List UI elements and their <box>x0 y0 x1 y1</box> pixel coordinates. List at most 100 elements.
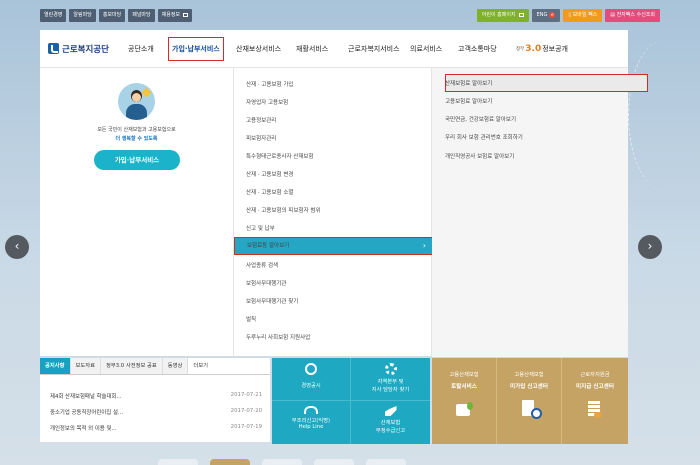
coins-hand-icon <box>584 398 606 420</box>
phone-icon <box>304 406 318 414</box>
submenu-item-active[interactable]: 보험료등 알아보기 › <box>234 237 433 255</box>
submenu-item[interactable]: 벌칙 <box>246 315 256 323</box>
submenu-item[interactable]: 산재 · 고용보험 가입 <box>246 80 293 88</box>
bottom-tab[interactable] <box>314 459 354 465</box>
submenu-item[interactable]: 사업종류 검색 <box>246 261 278 269</box>
mobile-fax-button[interactable]: ▯ 모바일 팩스 <box>563 9 603 22</box>
gear-icon <box>384 363 397 375</box>
subsubmenu-item[interactable]: 국민연금, 건강보험료 알아보기 <box>445 115 516 123</box>
tile-label: 산재보험 <box>380 420 401 426</box>
gov-label: 정보공개 <box>542 44 568 53</box>
unsubscribed-report-link[interactable]: 고용산재보험 미가입 신고센터 <box>497 358 562 444</box>
bottom-tab-active[interactable] <box>210 459 250 465</box>
subsubmenu-item[interactable]: 우리 회사 보험 관리번호 조회하기 <box>445 133 523 141</box>
list-item[interactable]: 제4회 산재보험패널 학술대회... 2017-07-21 <box>50 392 262 400</box>
submenu-item[interactable]: 고용정보관리 <box>246 116 276 124</box>
subsubmenu-item[interactable]: 고용보험료 알아보기 <box>445 97 492 105</box>
tile-label: Help Line <box>298 424 324 430</box>
chevron-right-icon: › <box>422 241 426 250</box>
submenu-item[interactable]: 산재 · 고용보험 소멸 <box>246 188 293 196</box>
new-window-icon <box>183 12 189 17</box>
notice-date: 2017-07-20 <box>230 408 262 414</box>
nav-item-customer[interactable]: 고객소통마당 <box>454 30 512 67</box>
nav-item-subscription[interactable]: 가입·납부서비스 <box>164 30 230 67</box>
link-open-management[interactable]: 열린경영 <box>40 9 67 22</box>
submenu-item[interactable]: 두루누리 사회보험 지원사업 <box>246 333 310 341</box>
gold-top: 고용산재보험 <box>514 372 544 378</box>
intro-text-1: 모든 국민이 산재보험과 고용보험으로 <box>97 127 176 133</box>
submenu-active-label: 보험료등 알아보기 <box>247 243 290 249</box>
submenu-item[interactable]: 보험사무대행기관 찾기 <box>246 297 298 305</box>
notice-title: 중소기업 공동직장어린이집 설... <box>50 410 124 416</box>
nav-item-medical[interactable]: 의료서비스 <box>406 30 454 67</box>
submenu-item[interactable]: 산재 · 고용보험 변경 <box>246 170 293 178</box>
subsubmenu-item-selected[interactable]: 산재보험료 알아보기 <box>445 79 492 87</box>
gold-bottom: 미가입 신고센터 <box>510 384 548 390</box>
mega-dropdown: 모든 국민이 산재보험과 고용보험으로 더 행복할 수 있도록 가입·납부서비스… <box>40 67 648 357</box>
tile-label: 지역본부 및 <box>377 379 404 385</box>
logo-mark-icon <box>48 43 59 54</box>
tile-management-disclosure[interactable]: 경영공시 <box>272 358 351 401</box>
subsubmenu-item[interactable]: 개인직영공사 보험료 알아보기 <box>445 152 514 160</box>
nav-item-gov30[interactable]: 정부 3.0 정보공개 <box>512 30 572 67</box>
english-button[interactable]: ENG e <box>531 9 561 22</box>
next-slide-button[interactable]: › <box>638 235 662 259</box>
top-utility-bar: 열린경영 알림마당 홍보마당 패널마당 채용정보 어린이 홈페이지 ENG e ▯… <box>40 9 660 23</box>
notice-board: 공지사항 보도자료 정부3.0 사전정보 공표 동영상 더보기 제4회 산재보험… <box>40 358 270 442</box>
kids-label: 어린이 홈페이지 <box>481 12 516 18</box>
gold-top: 고용산재보험 <box>449 372 479 378</box>
submenu-item[interactable]: 신고 및 납부 <box>246 224 275 232</box>
link-pr[interactable]: 홍보마당 <box>98 9 126 22</box>
unpaid-report-link[interactable]: 근로자지원금 미지급 신고센터 <box>562 358 628 444</box>
gov-num: 3.0 <box>525 43 542 54</box>
submenu-item[interactable]: 자영업자 고용보험 <box>246 98 288 106</box>
tile-fraud-report[interactable]: 산재보험 부정수급신고 <box>351 401 430 444</box>
tile-help-line[interactable]: 부조리신고(익명) Help Line <box>272 401 351 444</box>
logo[interactable]: 근로복지공단 <box>48 43 124 55</box>
link-recruit[interactable]: 채용정보 <box>157 9 193 22</box>
quick-tiles: 경영공시 지역본부 및 지사 담당자 찾기 부조리신고(익명) Help Lin… <box>272 358 430 444</box>
gold-bottom: 토탈서비스 <box>451 384 477 390</box>
tile-label: 지사 담당자 찾기 <box>371 387 410 393</box>
tile-label: 경영공시 <box>301 383 321 389</box>
tab-press[interactable]: 보도자료 <box>70 358 101 374</box>
list-item[interactable]: 중소기업 공동직장어린이집 설... 2017-07-20 <box>50 408 262 416</box>
nav-item-about[interactable]: 공단소개 <box>124 30 164 67</box>
submenu-item[interactable]: 피보험자관리 <box>246 134 276 142</box>
efax-label: 전자팩스 수신조회 <box>616 12 655 18</box>
tab-video[interactable]: 동영상 <box>162 358 189 374</box>
gov-prefix: 정부 <box>516 46 525 52</box>
more-link[interactable]: 더보기 <box>188 358 214 374</box>
tile-find-branch[interactable]: 지역본부 및 지사 담당자 찾기 <box>351 358 430 401</box>
tile-label: 부정수급신고 <box>375 428 406 434</box>
prev-slide-button[interactable]: ‹ <box>5 235 29 259</box>
tab-gov30[interactable]: 정부3.0 사전정보 공표 <box>101 358 163 374</box>
list-item[interactable]: 개인정보의 목적 외 이용 및... 2017-07-19 <box>50 424 262 432</box>
submenu-item[interactable]: 특수형태근로종사자 산재보험 <box>246 152 314 160</box>
new-window-icon <box>518 12 524 17</box>
total-service-link[interactable]: 고용산재보험 토탈서비스 <box>432 358 497 444</box>
submenu-item[interactable]: 보험사무대행기관 <box>246 279 286 287</box>
shoe-icon <box>454 398 476 420</box>
mobile-label: 모바일 팩스 <box>572 12 598 18</box>
bottom-tab[interactable] <box>158 459 198 465</box>
efax-button[interactable]: ▤ 전자팩스 수신조회 <box>605 9 660 22</box>
link-notice[interactable]: 알림마당 <box>69 9 96 22</box>
link-panel[interactable]: 패널마당 <box>128 9 155 22</box>
notice-title: 제4회 산재보험패널 학술대회... <box>50 394 122 400</box>
kids-homepage-button[interactable]: 어린이 홈페이지 <box>476 9 529 22</box>
submenu-item[interactable]: 산재 · 고용보험의 피보험자 범위 <box>246 206 321 214</box>
nav-item-rehab[interactable]: 재활서비스 <box>292 30 344 67</box>
intro-text-2: 더 행복할 수 있도록 <box>115 136 158 142</box>
background-decoration <box>628 40 700 190</box>
gnb-menu: 공단소개 가입·납부서비스 산재보상서비스 재활서비스 근로자복지서비스 의료서… <box>124 30 628 67</box>
bottom-tab[interactable] <box>262 459 302 465</box>
nav-item-welfare[interactable]: 근로자복지서비스 <box>344 30 406 67</box>
tab-notice[interactable]: 공지사항 <box>40 358 71 374</box>
globe-icon: e <box>549 11 556 18</box>
link-recruit-label: 채용정보 <box>161 12 181 18</box>
bottom-tab[interactable] <box>366 459 406 465</box>
nav-item-compensation[interactable]: 산재보상서비스 <box>232 30 292 67</box>
subscription-service-button[interactable]: 가입·납부서비스 <box>94 150 180 170</box>
gold-bottom: 미지급 신고센터 <box>576 384 614 390</box>
